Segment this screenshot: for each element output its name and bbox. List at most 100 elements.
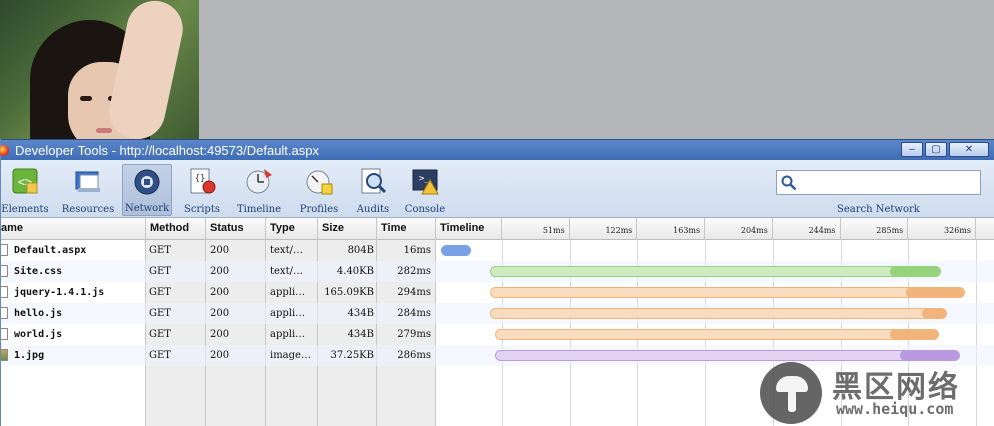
timeline-bar-receiving [441,245,471,256]
table-row[interactable]: Default.aspx GET 200 text/… 804B 16ms [1,240,994,261]
timeline-bar[interactable] [490,308,947,319]
search-icon [781,175,797,191]
table-row[interactable]: world.js GET 200 appli… 434B 279ms [1,324,994,345]
file-icon [1,244,8,256]
row-method: GET [149,308,171,319]
tool-resources[interactable]: Resources [62,164,114,216]
timeline-bar[interactable] [490,266,942,277]
row-name[interactable]: world.js [1,324,145,345]
timeline-bar-receiving [921,308,946,319]
row-status: 200 [210,308,230,319]
file-icon [1,265,8,277]
col-timeline[interactable]: Timeline [436,218,502,240]
row-size: 4.40KB [336,266,374,277]
col-name[interactable]: ame [1,218,146,240]
timeline-bar[interactable] [441,245,472,256]
row-name[interactable]: 1.jpg [1,345,145,366]
tool-scripts[interactable]: {} Scripts [181,164,223,216]
tool-label: Scripts [184,204,220,215]
row-name-text: hello.js [14,308,63,319]
title-bar[interactable]: Developer Tools - http://localhost:49573… [0,139,994,160]
watermark-url: www.heiqu.com [836,400,954,418]
timeline-bar[interactable] [495,350,960,361]
tool-timeline[interactable]: Timeline [237,164,281,216]
tool-label: Profiles [299,204,339,215]
row-name-text: Default.aspx [14,245,87,256]
row-method: GET [149,266,171,277]
timeline-tick: 204ms [705,218,773,240]
timeline-bar-receiving [889,266,941,277]
tool-label: Resources [61,204,115,215]
timeline-tick: 163ms [637,218,706,240]
timeline-tick: 285ms [841,218,909,240]
tool-console[interactable]: >_ Console [403,164,447,216]
window-title: Developer Tools - http://localhost:49573… [15,142,319,158]
tool-label: Timeline [236,204,282,215]
col-status[interactable]: Status [206,218,266,240]
tool-profiles[interactable]: Profiles [297,164,341,216]
maximize-button[interactable]: ▢ [925,142,947,157]
timeline-bar-receiving [905,287,965,298]
row-name[interactable]: Site.css [1,261,145,282]
col-type[interactable]: Type [266,218,318,240]
row-type: text/… [270,266,303,277]
tool-label: Console [404,204,446,215]
file-icon [1,328,8,340]
row-time: 286ms [397,350,431,361]
row-type: image… [270,350,311,361]
col-method[interactable]: Method [146,218,206,240]
row-name[interactable]: jquery-1.4.1.js [1,282,145,303]
row-type: text/… [270,245,303,256]
timeline-bar[interactable] [495,329,939,340]
row-status: 200 [210,287,230,298]
row-size: 37.25KB [330,350,374,361]
audits-icon [361,168,387,194]
close-button[interactable]: ✕ [949,142,989,157]
tool-audits[interactable]: Audits [353,164,393,216]
row-time: 279ms [397,329,431,340]
row-type: appli… [270,329,306,340]
col-size[interactable]: Size [318,218,377,240]
grid-header: ame Method Status Type Size Time Timelin… [1,218,994,240]
search-input[interactable] [803,174,973,191]
tool-network[interactable]: Network [122,164,172,216]
table-row[interactable]: jquery-1.4.1.js GET 200 appli… 165.09KB 294ms [1,282,994,303]
col-time[interactable]: Time [377,218,436,240]
row-method: GET [149,287,171,298]
webpage-background [0,0,994,139]
row-time: 282ms [397,266,431,277]
search-caption: Search Network [837,204,920,215]
row-status: 200 [210,245,230,256]
row-type: appli… [270,287,306,298]
watermark-logo-icon [760,362,822,424]
row-name-text: 1.jpg [14,350,45,361]
svg-text:{}: {} [195,174,206,184]
row-status: 200 [210,329,230,340]
timeline-icon [246,169,272,194]
row-name[interactable]: Default.aspx [1,240,145,261]
watermark: 黑区网络 www.heiqu.com [760,362,990,424]
row-status: 200 [210,266,230,277]
row-name[interactable]: hello.js [1,303,145,324]
minimize-button[interactable]: – [901,142,923,157]
tool-label: Network [124,203,170,214]
scripts-icon: {} [190,168,216,194]
profiles-icon [306,170,333,195]
table-row[interactable]: Site.css GET 200 text/… 4.40KB 282ms [1,261,994,282]
file-icon [1,286,8,298]
tool-elements[interactable]: <> Elements [1,164,49,216]
portrait-photo [0,0,199,139]
table-row[interactable]: hello.js GET 200 appli… 434B 284ms [1,303,994,324]
row-size: 434B [347,308,374,319]
timeline-tick: 122ms [570,218,638,240]
row-time: 284ms [397,308,431,319]
network-search-box[interactable] [776,170,981,195]
row-name-text: world.js [14,329,63,340]
row-size: 434B [347,329,374,340]
timeline-tick: 51ms [502,218,570,240]
console-icon: >_ [412,169,439,195]
row-time: 16ms [403,245,431,256]
timeline-bar[interactable] [490,287,966,298]
row-method: GET [149,329,171,340]
row-status: 200 [210,350,230,361]
